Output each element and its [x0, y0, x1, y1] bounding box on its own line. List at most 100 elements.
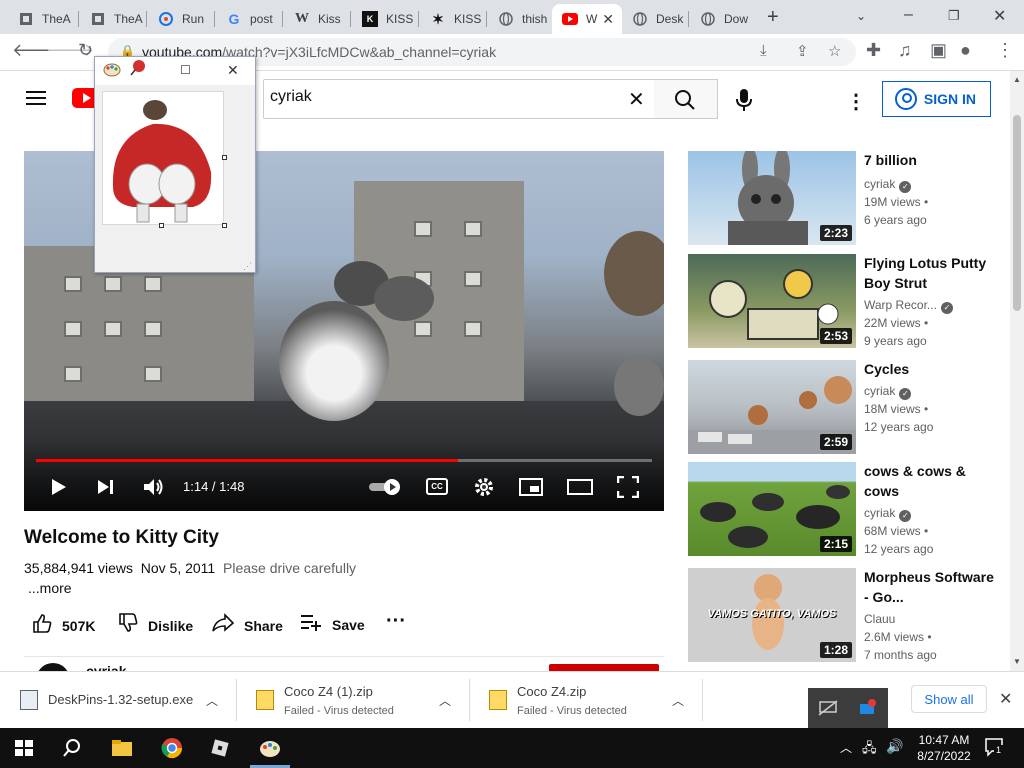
new-tab-button[interactable]: + [767, 6, 779, 29]
minimize-button[interactable]: – [904, 6, 913, 24]
media-control-icon[interactable]: ♫ [898, 40, 912, 61]
chrome-icon[interactable] [160, 736, 184, 760]
pinned-paint-window[interactable]: ☐ ✕ ⋰ [94, 56, 256, 273]
video-thumbnail[interactable]: 2:59 [688, 360, 856, 454]
related-channel[interactable]: cyriak ✓ [864, 506, 912, 522]
download-item[interactable]: Coco Z4.zip Failed - Virus detected ︿ [469, 672, 702, 729]
share-icon[interactable]: ⇪ [796, 42, 809, 60]
search-icon[interactable] [60, 736, 84, 760]
resize-handle[interactable] [222, 223, 227, 228]
size-grip-icon[interactable]: ⋰ [243, 261, 252, 272]
profile-icon[interactable]: ● [960, 40, 971, 61]
network-icon[interactable]: 🖧 [862, 739, 877, 761]
video-thumbnail[interactable]: 2:15 [688, 462, 856, 556]
related-channel[interactable]: Warp Recor... ✓ [864, 298, 953, 314]
resize-handle[interactable] [159, 223, 164, 228]
tab-post[interactable]: G post [216, 4, 284, 34]
play-button[interactable] [50, 477, 68, 500]
settings-menu-icon[interactable]: ⋮ [846, 89, 866, 114]
show-hidden-icons-chevron-icon[interactable]: ︿ [840, 739, 852, 756]
pin-icon[interactable] [129, 59, 147, 82]
tab-search-icon[interactable]: ⌄ [856, 9, 866, 23]
related-title[interactable]: cows & cows & cows [864, 461, 994, 501]
volume-button[interactable] [143, 477, 165, 500]
related-channel[interactable]: cyriak ✓ [864, 384, 912, 400]
captions-button[interactable]: CC [426, 478, 448, 495]
windows-start-icon[interactable] [12, 736, 36, 760]
related-title[interactable]: Morpheus Software - Go... [864, 567, 994, 607]
more-actions-button[interactable]: ··· [386, 610, 406, 633]
extensions-icon[interactable]: ✚ [866, 40, 881, 61]
dislike-button[interactable]: Dislike [118, 613, 193, 638]
tab-thea-2[interactable]: TheA [80, 4, 148, 34]
page-scrollbar[interactable]: ▲ ▼ [1010, 71, 1024, 671]
download-item[interactable]: Coco Z4 (1).zip Failed - Virus detected … [236, 672, 469, 729]
next-button[interactable] [97, 478, 115, 499]
file-explorer-icon[interactable] [110, 736, 134, 760]
video-thumbnail[interactable]: 2:23 [688, 151, 856, 245]
clear-search-icon[interactable]: ✕ [628, 87, 645, 112]
tab-thish[interactable]: thish [488, 4, 552, 34]
volume-tray-icon[interactable]: 🔊 [886, 738, 903, 755]
more-link[interactable]: ...more [28, 580, 72, 596]
search-button[interactable] [654, 79, 718, 119]
chevron-up-icon[interactable]: ︿ [439, 692, 451, 709]
microphone-icon[interactable] [733, 88, 755, 112]
restore-button[interactable]: ❐ [948, 8, 960, 24]
tab-run[interactable]: Run [148, 4, 216, 34]
chevron-up-icon[interactable]: ︿ [672, 692, 684, 709]
chrome-menu-icon[interactable]: ⋮ [996, 40, 1014, 61]
scroll-down-arrow-icon[interactable]: ▼ [1013, 657, 1021, 666]
deskpins-tray-icon[interactable] [858, 698, 878, 721]
download-item[interactable]: DeskPins-1.32-setup.exe ︿ [0, 672, 236, 729]
related-video[interactable]: 2:59 Cycles cyriak ✓ 18M views • 12 years… [688, 360, 998, 456]
roblox-icon[interactable] [208, 736, 232, 760]
scroll-up-arrow-icon[interactable]: ▲ [1013, 75, 1021, 84]
notification-center-icon[interactable]: 1 [984, 737, 1004, 757]
tab-thea-1[interactable]: TheA [8, 4, 76, 34]
paint-icon[interactable] [258, 736, 282, 760]
progress-bar[interactable] [36, 459, 652, 462]
tab-kiss-1[interactable]: K KISS [352, 4, 420, 34]
share-button[interactable]: Share [212, 613, 283, 638]
related-video[interactable]: VAMOS GATITO, VAMOS 1:28 Morpheus Softwa… [688, 568, 998, 664]
tab-youtube-active[interactable]: W ✕ [552, 4, 622, 34]
system-clock[interactable]: 10:47 AM 8/27/2022 [906, 732, 982, 764]
canvas-image[interactable] [102, 91, 224, 225]
scroll-thumb[interactable] [1013, 115, 1021, 311]
side-panel-icon[interactable]: ▣ [930, 40, 947, 61]
miniplayer-button[interactable] [519, 478, 543, 499]
chevron-up-icon[interactable]: ︿ [206, 692, 218, 709]
video-thumbnail[interactable]: 2:53 [688, 254, 856, 348]
reload-button[interactable]: ↻ [78, 40, 93, 61]
close-icon[interactable]: ✕ [227, 62, 239, 79]
related-video[interactable]: 2:15 cows & cows & cows cyriak ✓ 68M view… [688, 462, 998, 558]
tab-desk[interactable]: Desk [622, 4, 688, 34]
related-video[interactable]: 2:53 Flying Lotus Putty Boy Strut Warp R… [688, 254, 998, 350]
related-channel[interactable]: cyriak ✓ [864, 177, 912, 193]
window-titlebar[interactable]: ☐ ✕ [95, 57, 255, 85]
search-input[interactable] [270, 88, 610, 106]
tab-kiss-wiki[interactable]: W Kiss [284, 4, 352, 34]
resize-handle[interactable] [222, 155, 227, 160]
hidden-app-icon[interactable] [818, 700, 838, 721]
install-app-icon[interactable]: ⤓ [760, 42, 767, 59]
related-video[interactable]: 2:23 7 billion cyriak ✓ 19M views • 6 yea… [688, 151, 998, 247]
maximize-icon[interactable]: ☐ [180, 63, 191, 77]
related-title[interactable]: 7 billion [864, 150, 994, 170]
theater-mode-button[interactable] [567, 479, 593, 498]
bookmark-star-icon[interactable]: ☆ [828, 42, 841, 60]
autoplay-toggle[interactable] [368, 478, 402, 499]
close-window-button[interactable]: ✕ [993, 6, 1006, 26]
search-box[interactable] [263, 79, 655, 119]
like-button[interactable]: 507K [32, 613, 95, 638]
close-shelf-icon[interactable]: ✕ [999, 689, 1012, 709]
menu-icon[interactable] [26, 91, 46, 105]
video-thumbnail[interactable]: VAMOS GATITO, VAMOS 1:28 [688, 568, 856, 662]
save-button[interactable]: Save [300, 613, 365, 636]
related-title[interactable]: Flying Lotus Putty Boy Strut [864, 253, 994, 293]
fullscreen-button[interactable] [616, 475, 640, 501]
show-all-downloads-button[interactable]: Show all [911, 685, 987, 713]
tab-dow[interactable]: Dow [690, 4, 756, 34]
sign-in-button[interactable]: SIGN IN [882, 81, 991, 117]
